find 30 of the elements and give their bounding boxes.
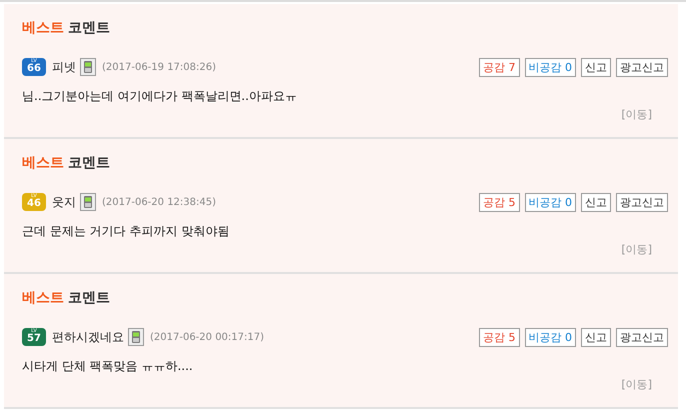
vote-button[interactable]: 광고신고 <box>616 58 668 76</box>
user-name[interactable]: 편하시겠네요 <box>52 328 124 346</box>
phone-icon <box>80 193 96 211</box>
comment-text: 님..그기분아는데 여기에다가 팩폭날리면..아파요ㅠ <box>22 88 298 105</box>
vote-button[interactable]: 신고 <box>581 58 611 76</box>
best-label: 베스트 <box>22 20 64 36</box>
comment-time: (2017-06-19 17:08:26) <box>102 62 216 72</box>
vote-button[interactable]: 공감 7 <box>479 58 520 76</box>
phone-icon <box>80 58 96 76</box>
vote-button[interactable]: 공감 5 <box>479 328 520 346</box>
vote-button[interactable]: 비공감 0 <box>524 192 576 212</box>
best-label: 베스트 <box>22 155 64 171</box>
vote-button[interactable]: 비공감 0 <box>524 58 576 76</box>
vote-button[interactable]: 신고 <box>581 192 611 212</box>
vote-button[interactable]: 비공감 0 <box>524 328 576 346</box>
comment-text: 근데 문제는 거기다 추피까지 맞춰야됨 <box>22 223 230 240</box>
comment-heading: 코멘트 <box>68 20 110 36</box>
comment-text: 시타게 단체 팩폭맞음 ㅠㅠ하.... <box>22 358 194 375</box>
vote-button[interactable]: 광고신고 <box>616 328 668 346</box>
comment-heading: 코멘트 <box>68 290 110 306</box>
vote-button[interactable]: 신고 <box>581 328 611 346</box>
vote-button[interactable]: 광고신고 <box>616 192 668 212</box>
vote-button[interactable]: 공감 5 <box>479 192 520 212</box>
best-label: 베스트 <box>22 290 64 306</box>
comment-time: (2017-06-20 00:17:17) <box>150 332 264 342</box>
phone-icon <box>128 328 144 346</box>
comment-heading: 코멘트 <box>68 155 110 171</box>
comment-time: (2017-06-20 12:38:45) <box>102 196 216 208</box>
user-name[interactable]: 웃지 <box>52 194 76 210</box>
user-name[interactable]: 피넷 <box>52 58 76 76</box>
